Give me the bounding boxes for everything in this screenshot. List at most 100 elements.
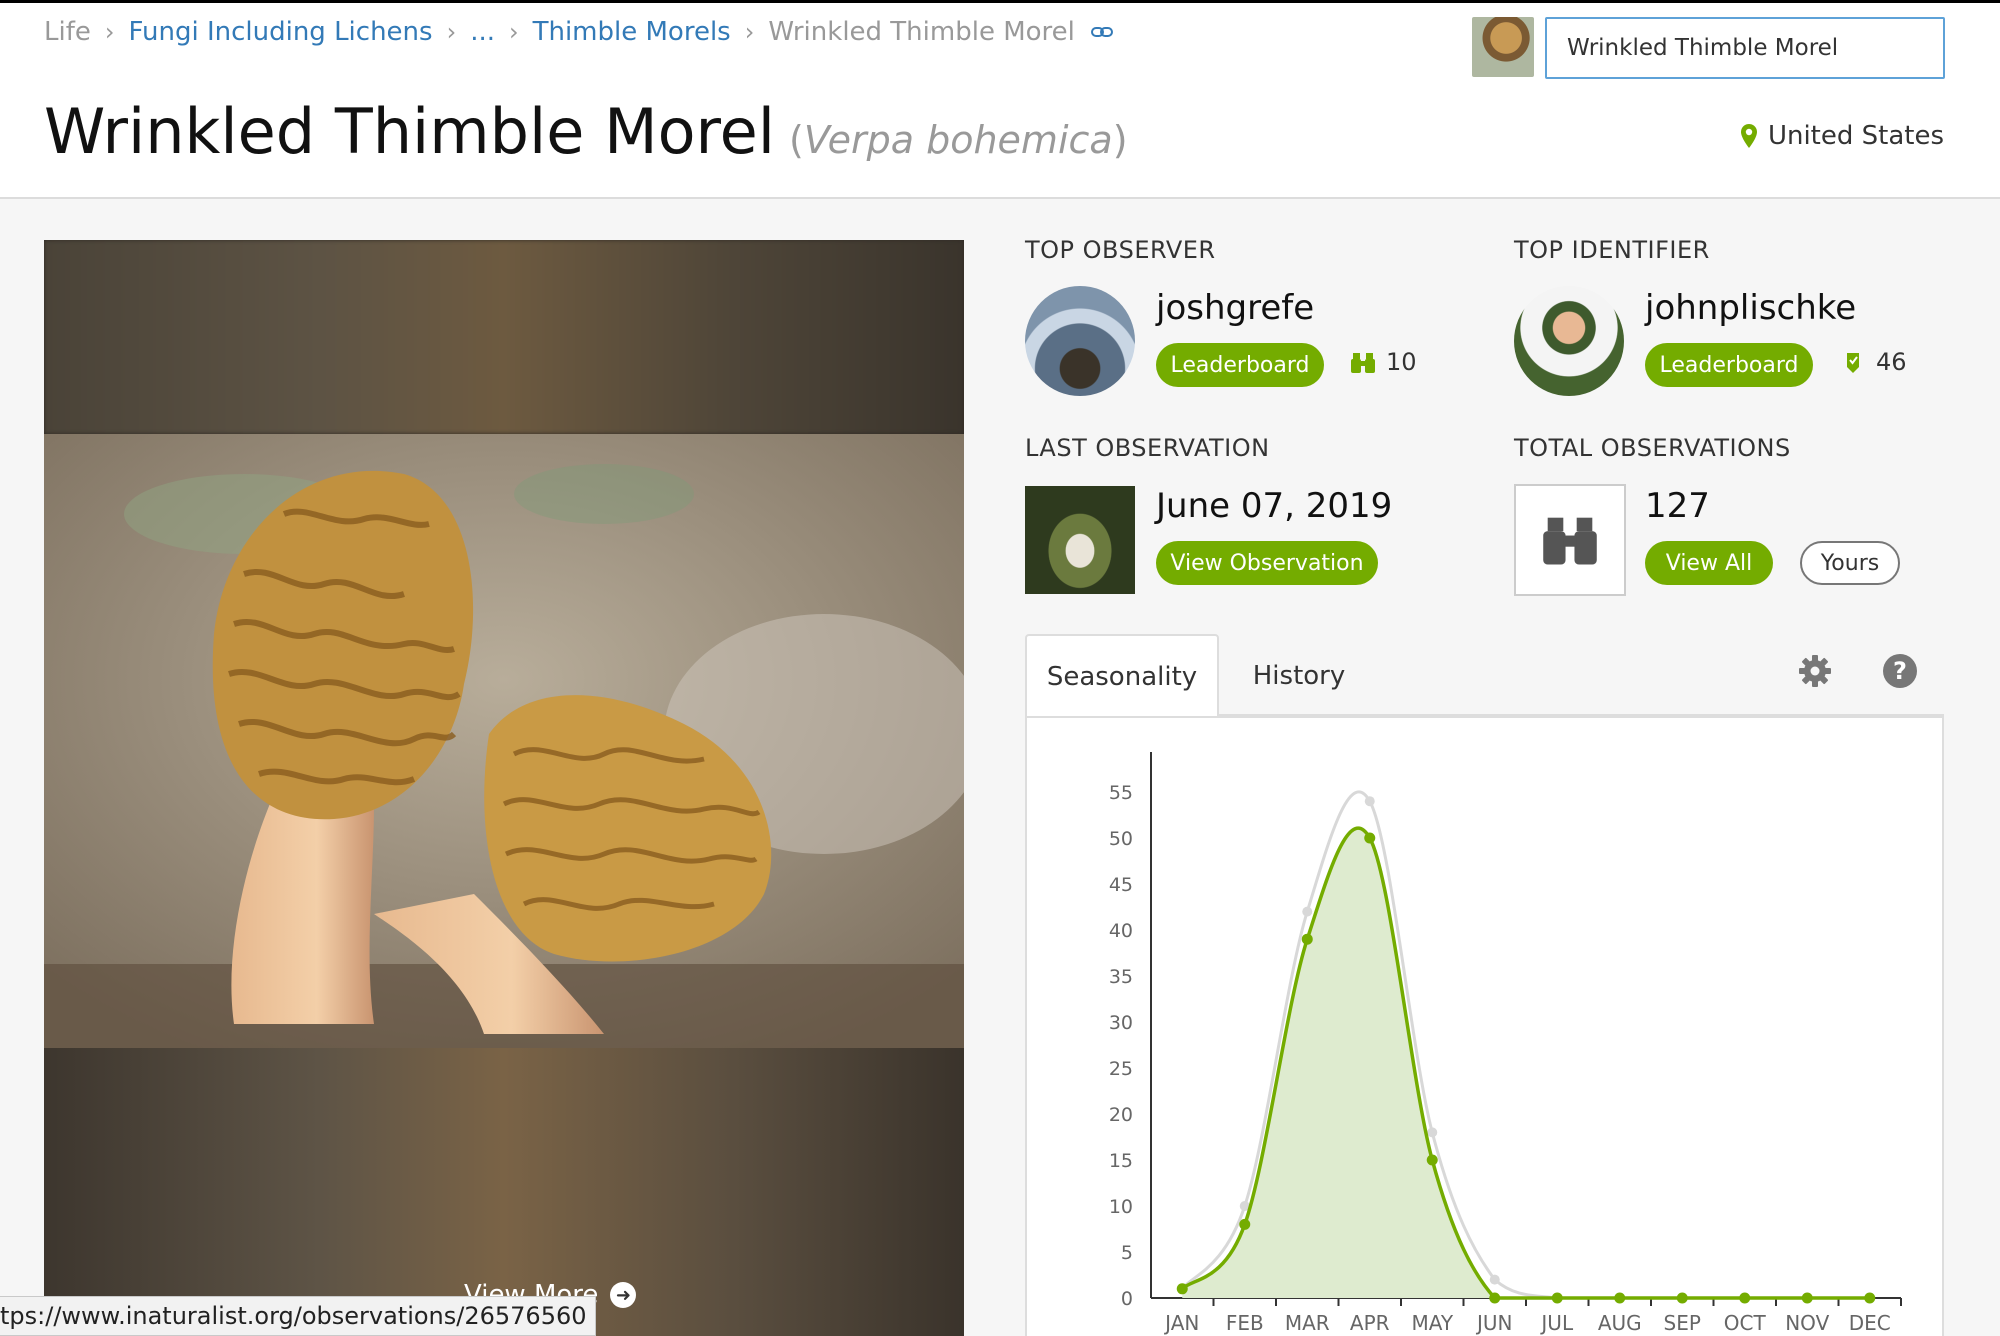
top-observer-username[interactable]: joshgrefe — [1156, 288, 1314, 328]
x-tick-label: MAY — [1411, 1311, 1453, 1335]
sci-close-paren: ) — [1112, 118, 1128, 162]
morel-illustration — [44, 434, 964, 1048]
x-tick-label: AUG — [1598, 1311, 1642, 1335]
total-observations-count: 127 — [1645, 486, 1710, 526]
common-name: Wrinkled Thimble Morel — [44, 95, 776, 168]
y-tick-label: 30 — [1109, 1012, 1133, 1034]
breadcrumb-thimble-morels[interactable]: Thimble Morels — [533, 17, 731, 47]
help-icon[interactable]: ? — [1882, 653, 1918, 689]
gear-icon[interactable] — [1797, 653, 1833, 689]
x-tick-label: JUL — [1539, 1311, 1574, 1335]
observer-leaderboard-button[interactable]: Leaderboard — [1156, 343, 1324, 387]
y-tick-label: 50 — [1109, 828, 1133, 850]
y-tick-label: 55 — [1109, 782, 1133, 804]
data-point — [1801, 1292, 1813, 1304]
data-point — [1489, 1274, 1500, 1285]
x-tick-label: JUN — [1475, 1311, 1513, 1335]
x-tick-label: APR — [1350, 1311, 1390, 1335]
taxon-photo-viewer[interactable]: View More ➜ — [44, 240, 964, 1336]
x-tick-label: OCT — [1724, 1311, 1767, 1335]
photo-blur-top — [44, 240, 964, 434]
binoculars-icon — [1543, 517, 1597, 565]
series-area — [1182, 828, 1870, 1298]
seasonality-chart-panel: 0 5 10 15 20 25 30 35 40 45 50 55 JAN FEB MAR APR MAY JUN… — [1025, 716, 1944, 1336]
taxon-search-input[interactable] — [1545, 17, 1945, 79]
avatar-johnplischke[interactable] — [1514, 286, 1624, 396]
breadcrumb-separator: › — [744, 18, 755, 46]
arrow-right-icon: ➜ — [610, 1282, 637, 1308]
data-point — [1676, 1292, 1688, 1304]
svg-text:?: ? — [1893, 657, 1907, 685]
identification-tag-icon — [1847, 353, 1859, 373]
map-marker-icon — [1740, 124, 1757, 148]
total-observations-box — [1514, 484, 1626, 596]
observer-count: 10 — [1350, 348, 1417, 376]
data-point — [1614, 1292, 1626, 1304]
view-all-button[interactable]: View All — [1645, 541, 1773, 585]
breadcrumb-fungi[interactable]: Fungi Including Lichens — [128, 17, 432, 47]
data-point — [1364, 796, 1375, 807]
data-point — [1739, 1292, 1751, 1304]
last-observation-thumbnail[interactable] — [1025, 486, 1135, 594]
identifier-leaderboard-button[interactable]: Leaderboard — [1645, 343, 1813, 387]
x-tick-label: JAN — [1163, 1311, 1199, 1335]
x-tick-label: NOV — [1785, 1311, 1829, 1335]
page-title: Wrinkled Thimble Morel (Verpa bohemica) — [44, 95, 1128, 168]
data-point — [1864, 1292, 1876, 1304]
scientific-name: Verpa bohemica — [803, 118, 1113, 162]
breadcrumb-separator: › — [508, 18, 519, 46]
tab-seasonality[interactable]: Seasonality — [1025, 634, 1219, 718]
y-tick-label: 5 — [1121, 1242, 1133, 1264]
data-point — [1239, 1218, 1251, 1230]
data-point — [1364, 832, 1376, 844]
breadcrumb: Life › Fungi Including Lichens › ... › T… — [44, 17, 1113, 47]
y-tick-label: 25 — [1109, 1058, 1133, 1080]
total-observations-label: TOTAL OBSERVATIONS — [1514, 434, 1791, 462]
breadcrumb-separator: › — [446, 18, 457, 46]
last-observation-date: June 07, 2019 — [1156, 486, 1393, 526]
data-point — [1302, 906, 1313, 917]
y-tick-label: 35 — [1109, 966, 1133, 988]
scientific-name-wrapper: (Verpa bohemica) — [789, 118, 1128, 162]
seasonality-chart: 0 5 10 15 20 25 30 35 40 45 50 55 JAN FEB MAR APR MAY JUN… — [1109, 752, 1902, 1335]
taxon-search-thumbnail — [1472, 17, 1534, 77]
x-tick-label: DEC — [1849, 1311, 1891, 1335]
sci-open-paren: ( — [789, 118, 804, 162]
identifier-count: 46 — [1840, 348, 1907, 376]
permalink-icon[interactable] — [1090, 26, 1113, 38]
breadcrumb-separator: › — [104, 18, 115, 46]
x-tick-label: MAR — [1285, 1311, 1330, 1335]
data-point — [1551, 1292, 1563, 1304]
place-name: United States — [1767, 121, 1944, 151]
data-point — [1426, 1154, 1438, 1166]
x-tick-label: SEP — [1664, 1311, 1701, 1335]
y-tick-label: 40 — [1109, 920, 1133, 942]
breadcrumb-current: Wrinkled Thimble Morel — [768, 17, 1075, 47]
data-point — [1301, 933, 1313, 945]
observer-count-value: 10 — [1386, 348, 1417, 376]
place-selector[interactable]: United States — [1740, 121, 1944, 151]
y-tick-label: 10 — [1109, 1196, 1133, 1218]
last-observation-label: LAST OBSERVATION — [1025, 434, 1270, 462]
tab-history[interactable]: History — [1240, 634, 1358, 718]
top-identifier-username[interactable]: johnplischke — [1645, 288, 1856, 328]
top-identifier-label: TOP IDENTIFIER — [1514, 236, 1710, 264]
identifier-count-value: 46 — [1876, 348, 1907, 376]
status-bar-url: tps://www.inaturalist.org/observations/2… — [0, 1296, 596, 1336]
y-tick-label: 0 — [1121, 1288, 1133, 1310]
page-header: Life › Fungi Including Lichens › ... › T… — [0, 3, 2000, 199]
taxon-photo[interactable] — [44, 434, 964, 1048]
view-observation-button[interactable]: View Observation — [1156, 541, 1378, 585]
data-point — [1427, 1127, 1438, 1138]
data-point — [1489, 1292, 1501, 1304]
breadcrumb-life[interactable]: Life — [44, 17, 91, 47]
y-tick-label: 15 — [1109, 1150, 1133, 1172]
avatar-joshgrefe[interactable] — [1025, 286, 1135, 396]
y-tick-label: 20 — [1109, 1104, 1133, 1126]
breadcrumb-ellipsis[interactable]: ... — [470, 17, 495, 47]
yours-button[interactable]: Yours — [1800, 541, 1900, 585]
binoculars-icon — [1351, 353, 1375, 373]
y-tick-label: 45 — [1109, 874, 1133, 896]
top-observer-label: TOP OBSERVER — [1025, 236, 1216, 264]
x-tick-label: FEB — [1226, 1311, 1264, 1335]
